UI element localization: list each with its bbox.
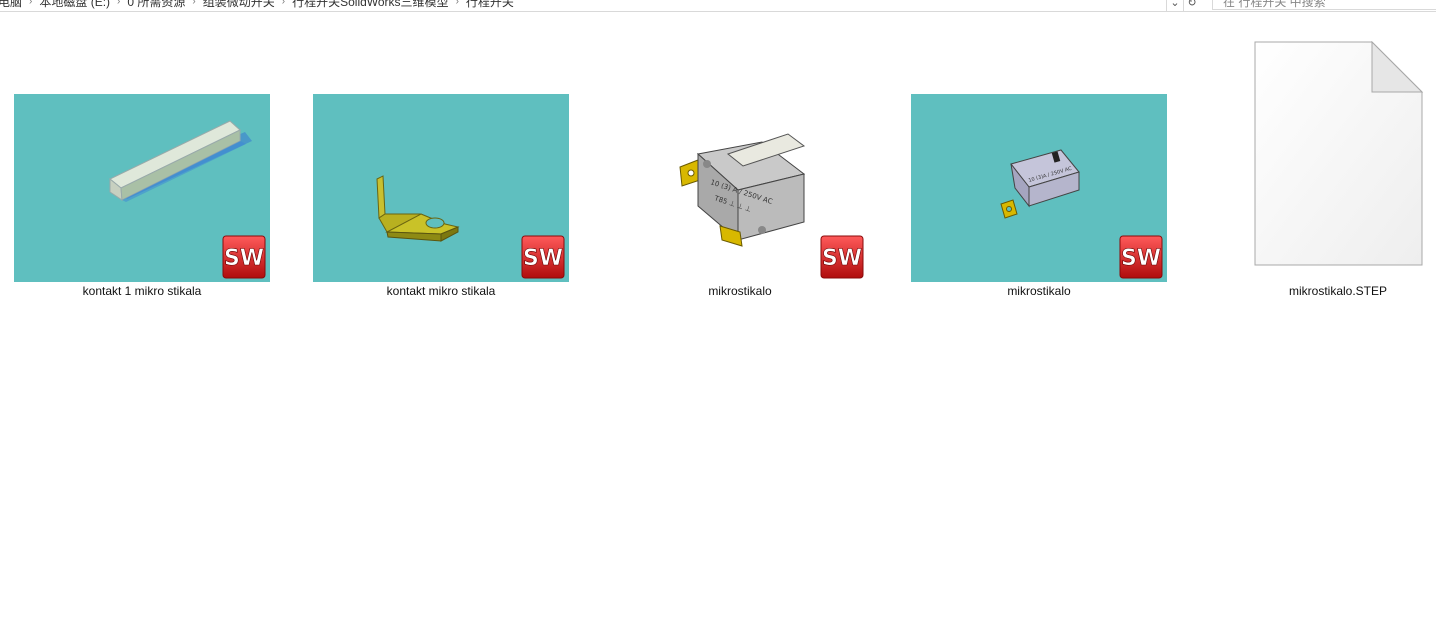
- file-item[interactable]: SW kontakt 1 mikro stikala: [12, 0, 272, 300]
- file-item[interactable]: 10 (3)A / 250V AC SW mikrostikalo: [909, 0, 1169, 300]
- generic-file-icon: [1254, 41, 1424, 266]
- file-name: mikrostikalo: [708, 284, 772, 298]
- file-item[interactable]: SW kontakt mikro stikala: [311, 0, 571, 300]
- file-name: kontakt mikro stikala: [386, 284, 496, 298]
- file-thumbnail: SW: [14, 94, 270, 282]
- file-thumbnail: 10 (3) A / 250V AC T85 ⊥ ⊥ ⊥ SW: [612, 94, 868, 282]
- badge-text: SW: [1121, 246, 1161, 271]
- file-name: mikrostikalo: [1007, 284, 1071, 298]
- address-controls: ⌄ ↻: [1166, 0, 1200, 11]
- solidworks-icon: SW: [820, 235, 864, 279]
- file-thumbnail: SW: [313, 94, 569, 282]
- file-thumbnail: 10 (3)A / 250V AC SW: [911, 94, 1167, 282]
- file-name: kontakt 1 mikro stikala: [82, 284, 202, 298]
- solidworks-icon: SW: [1119, 235, 1163, 279]
- badge-text: SW: [822, 246, 862, 271]
- solidworks-icon: SW: [521, 235, 565, 279]
- badge-text: SW: [224, 246, 264, 271]
- solidworks-icon: SW: [222, 235, 266, 279]
- refresh-icon[interactable]: ↻: [1183, 0, 1200, 11]
- chevron-right-icon[interactable]: ›: [282, 0, 285, 7]
- file-name: mikrostikalo.STEP: [1288, 284, 1388, 298]
- file-item[interactable]: 10 (3) A / 250V AC T85 ⊥ ⊥ ⊥ SW mikrosti…: [610, 0, 870, 300]
- badge-text: SW: [523, 246, 563, 271]
